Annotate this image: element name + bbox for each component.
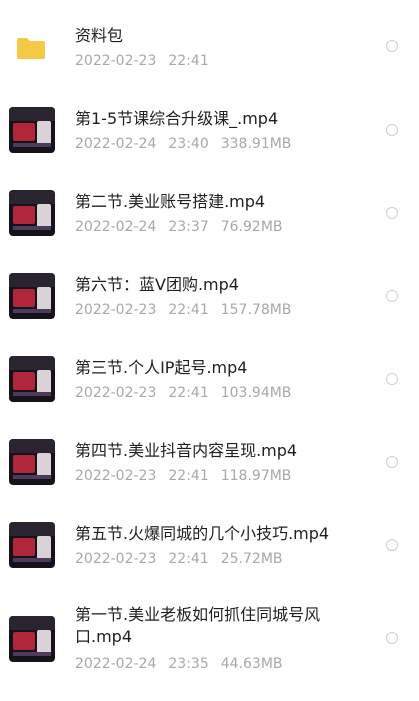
file-meta: 2022-02-23 22:41 157.78MB	[75, 302, 303, 318]
file-size: 157.78MB	[220, 302, 292, 318]
video-thumbnail	[9, 190, 55, 236]
file-date: 2022-02-23	[75, 385, 157, 401]
file-meta: 2022-02-23 22:41 118.97MB	[75, 468, 303, 484]
select-radio[interactable]	[386, 207, 398, 219]
file-meta: 2022-02-23 22:41 103.94MB	[75, 385, 303, 401]
file-meta: 2022-02-23 22:41 25.72MB	[75, 551, 295, 567]
list-item[interactable]: 第三节.个人IP起号.mp4 2022-02-23 22:41 103.94MB	[0, 335, 419, 418]
list-item[interactable]: 第六节：蓝V团购.mp4 2022-02-23 22:41 157.78MB	[0, 252, 419, 335]
file-name: 第一节.美业老板如何抓住同城号风口.mp4	[75, 605, 321, 646]
list-item[interactable]: 第二节.美业账号搭建.mp4 2022-02-24 23:37 76.92MB	[0, 169, 419, 252]
file-date: 2022-02-23	[75, 53, 157, 69]
video-thumbnail	[9, 616, 55, 662]
file-time: 23:37	[168, 219, 209, 235]
list-item[interactable]: 第1-5节课综合升级课_.mp4 2022-02-24 23:40 338.91MB	[0, 86, 419, 169]
file-time: 23:40	[168, 136, 209, 152]
file-date: 2022-02-24	[75, 219, 157, 235]
file-time: 22:41	[168, 53, 209, 69]
select-radio[interactable]	[386, 456, 398, 468]
video-thumbnail	[9, 522, 55, 568]
file-size: 44.63MB	[220, 656, 283, 672]
file-date: 2022-02-23	[75, 551, 157, 567]
file-name: 第四节.美业抖音内容呈现.mp4	[75, 441, 298, 460]
file-size: 25.72MB	[220, 551, 283, 567]
file-name: 资料包	[75, 26, 124, 45]
file-name: 第二节.美业账号搭建.mp4	[75, 192, 266, 211]
file-date: 2022-02-24	[75, 136, 157, 152]
select-radio[interactable]	[386, 632, 398, 644]
file-date: 2022-02-23	[75, 302, 157, 318]
file-size: 118.97MB	[220, 468, 292, 484]
file-name: 第三节.个人IP起号.mp4	[75, 358, 248, 377]
file-date: 2022-02-24	[75, 656, 157, 672]
file-size: 338.91MB	[220, 136, 292, 152]
video-thumbnail	[9, 439, 55, 485]
list-item[interactable]: 第四节.美业抖音内容呈现.mp4 2022-02-23 22:41 118.97MB	[0, 418, 419, 501]
file-name: 第六节：蓝V团购.mp4	[75, 275, 239, 294]
file-time: 23:35	[168, 656, 209, 672]
file-time: 22:41	[168, 468, 209, 484]
file-meta: 2022-02-24 23:35 44.63MB	[75, 656, 295, 672]
file-date: 2022-02-23	[75, 468, 157, 484]
list-item[interactable]: 资料包 2022-02-23 22:41	[0, 0, 419, 86]
video-thumbnail	[9, 107, 55, 153]
file-time: 22:41	[168, 302, 209, 318]
file-time: 22:41	[168, 551, 209, 567]
file-name: 第五节.火爆同城的几个小技巧.mp4	[75, 524, 330, 543]
select-radio[interactable]	[386, 290, 398, 302]
folder-icon	[17, 38, 45, 59]
file-name: 第1-5节课综合升级课_.mp4	[75, 109, 279, 128]
file-time: 22:41	[168, 385, 209, 401]
file-meta: 2022-02-24 23:40 338.91MB	[75, 136, 303, 152]
file-meta: 2022-02-23 22:41	[75, 53, 221, 69]
list-item[interactable]: 第一节.美业老板如何抓住同城号风口.mp4 2022-02-24 23:35 44.…	[0, 584, 419, 701]
file-size: 76.92MB	[220, 219, 283, 235]
video-thumbnail	[9, 356, 55, 402]
select-radio[interactable]	[386, 124, 398, 136]
select-radio[interactable]	[386, 539, 398, 551]
list-item[interactable]: 第五节.火爆同城的几个小技巧.mp4 2022-02-23 22:41 25.72M…	[0, 501, 419, 584]
select-radio[interactable]	[386, 40, 398, 52]
file-meta: 2022-02-24 23:37 76.92MB	[75, 219, 295, 235]
select-radio[interactable]	[386, 373, 398, 385]
file-size: 103.94MB	[220, 385, 292, 401]
file-list: 资料包 2022-02-23 22:41 第1-5节课综合升级课_.mp4 202…	[0, 0, 419, 701]
video-thumbnail	[9, 273, 55, 319]
